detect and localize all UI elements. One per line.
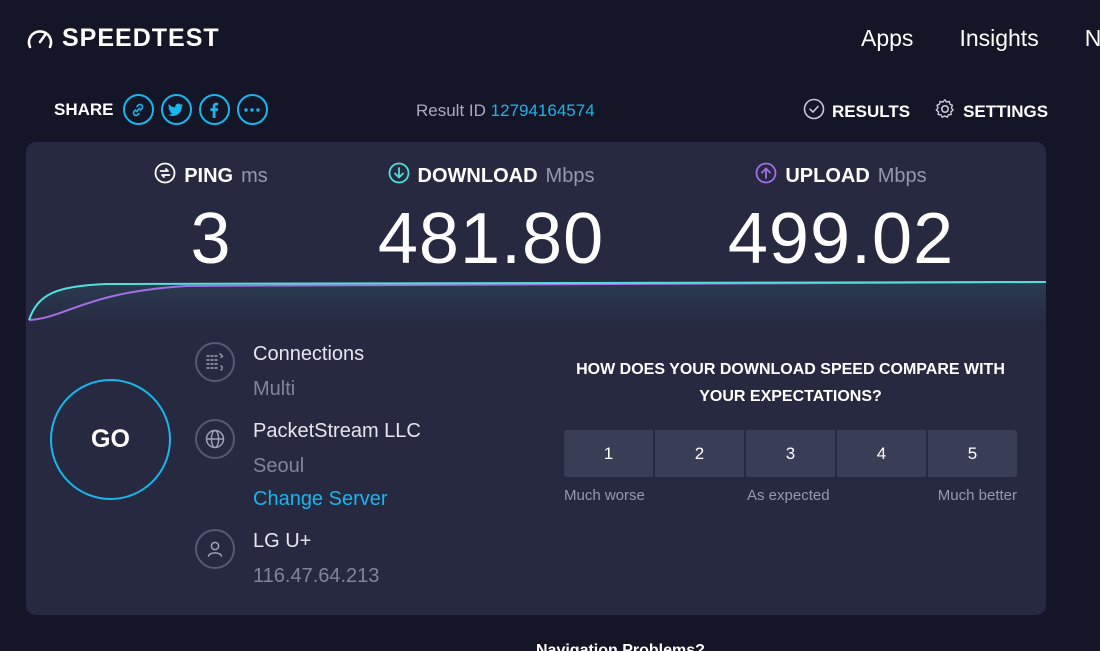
change-server-link[interactable]: Change Server	[253, 487, 421, 511]
check-circle-icon	[803, 98, 825, 125]
settings-button[interactable]: SETTINGS	[934, 98, 1048, 125]
nav-links: Apps Insights N	[861, 25, 1100, 52]
download-metric: DOWNLOAD Mbps 481.80	[356, 162, 626, 275]
nav-item-truncated[interactable]: N	[1085, 25, 1100, 52]
result-card: PING ms 3 DOWNLOAD Mbps 481.80 UPLOAD Mb…	[26, 142, 1046, 615]
globe-icon	[195, 419, 235, 459]
upload-value: 499.02	[727, 199, 955, 279]
server-row: PacketStream LLC Seoul Change Server	[195, 419, 421, 511]
more-icon[interactable]	[236, 94, 268, 125]
isp-name: LG U+	[253, 530, 312, 552]
server-location: Seoul	[253, 455, 305, 477]
scale-mid: As expected	[747, 487, 830, 504]
ping-unit: ms	[241, 164, 268, 187]
results-button[interactable]: RESULTS	[803, 98, 910, 125]
top-nav: SPEEDTEST Apps Insights N	[0, 0, 1100, 78]
upload-icon	[755, 162, 777, 190]
facebook-icon[interactable]	[198, 94, 230, 125]
twitter-icon[interactable]	[160, 94, 192, 125]
upload-header: UPLOAD Mbps	[676, 162, 1006, 190]
ping-icon	[154, 162, 176, 190]
connections-value: Multi	[253, 378, 296, 400]
upload-unit: Mbps	[877, 164, 927, 187]
isp-ip: 116.47.64.213	[253, 565, 380, 587]
download-graph-area	[29, 282, 1046, 327]
footer-links-cut: Navigation Problems?	[536, 642, 705, 651]
rating-option-3[interactable]: 3	[746, 430, 835, 477]
survey-question: HOW DOES YOUR DOWNLOAD SPEED COMPARE WIT…	[576, 361, 1005, 405]
ping-value: 3	[190, 199, 232, 279]
server-name: PacketStream LLC	[253, 420, 421, 442]
speedtest-logo[interactable]: SPEEDTEST	[26, 24, 220, 53]
share-group: SHARE	[54, 94, 268, 125]
gear-icon	[934, 98, 956, 125]
result-id-label: Result ID	[416, 101, 486, 120]
share-bar: SHARE Result ID 12794164574 RESULTS SETT…	[0, 92, 1100, 132]
rating-options: 1 2 3 4 5	[564, 430, 1017, 477]
rating-option-1[interactable]: 1	[564, 430, 653, 477]
logo-text: SPEEDTEST	[62, 24, 220, 52]
result-id: Result ID 12794164574	[416, 101, 595, 121]
upload-label: UPLOAD	[785, 164, 870, 187]
scale-low: Much worse	[564, 487, 645, 504]
nav-item-apps[interactable]: Apps	[861, 25, 913, 52]
upload-metric: UPLOAD Mbps 499.02	[676, 162, 1006, 275]
user-icon	[195, 529, 235, 569]
download-label: DOWNLOAD	[417, 164, 538, 187]
ping-header: PING ms	[136, 162, 286, 190]
survey: HOW DOES YOUR DOWNLOAD SPEED COMPARE WIT…	[564, 356, 1017, 507]
connections-label: Connections	[253, 343, 365, 365]
gauge-icon	[26, 27, 54, 51]
ping-metric: PING ms 3	[136, 162, 286, 275]
connections-icon	[195, 342, 235, 382]
speed-graph	[28, 281, 1046, 327]
ping-label: PING	[184, 164, 234, 187]
header-actions: RESULTS SETTINGS	[803, 98, 1048, 125]
go-button[interactable]: GO	[50, 379, 171, 500]
rating-option-4[interactable]: 4	[837, 430, 926, 477]
nav-item-insights[interactable]: Insights	[959, 25, 1038, 52]
isp-row: LG U+ 116.47.64.213	[195, 529, 379, 588]
rating-option-5[interactable]: 5	[928, 430, 1017, 477]
connections-row: Connections Multi	[195, 342, 364, 401]
settings-label: SETTINGS	[963, 101, 1049, 121]
results-label: RESULTS	[832, 101, 911, 121]
link-icon[interactable]	[122, 94, 154, 125]
download-header: DOWNLOAD Mbps	[356, 162, 626, 190]
rating-option-2[interactable]: 2	[655, 430, 744, 477]
download-icon	[388, 162, 410, 190]
download-value: 481.80	[377, 199, 605, 279]
share-label: SHARE	[54, 99, 114, 119]
result-id-value[interactable]: 12794164574	[491, 101, 595, 120]
rating-scale: Much worse As expected Much better	[564, 487, 1017, 507]
download-unit: Mbps	[545, 164, 595, 187]
scale-high: Much better	[937, 487, 1017, 504]
